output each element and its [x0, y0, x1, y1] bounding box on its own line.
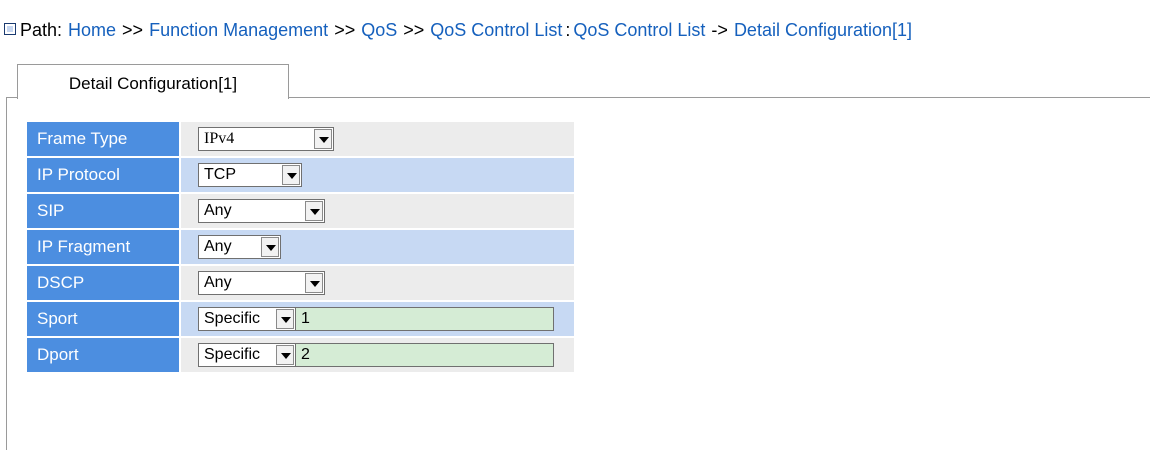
chevron-down-icon	[305, 273, 323, 293]
sport-mode-select[interactable]: Specific	[198, 307, 296, 331]
ip-fragment-value: Any	[204, 238, 232, 255]
form-row-ip-protocol: IP Protocol TCP	[27, 157, 574, 193]
dport-cell: Specific 2	[181, 338, 574, 372]
sport-input[interactable]: 1	[296, 307, 554, 331]
path-label: Path:	[20, 20, 63, 40]
sport-mode-value: Specific	[204, 310, 261, 327]
sport-cell: Specific 1	[181, 302, 574, 336]
form-row-sip: SIP Any	[27, 193, 574, 229]
sport-label: Sport	[27, 302, 179, 336]
dport-label: Dport	[27, 338, 179, 372]
form-row-sport: Sport Specific 1	[27, 301, 574, 337]
breadcrumb-separator: >>	[122, 20, 144, 40]
chevron-down-icon	[276, 309, 294, 329]
dport-mode-value: Specific	[204, 346, 261, 363]
content-border	[6, 98, 7, 450]
dport-input[interactable]: 2	[296, 343, 554, 367]
form-row-dscp: DSCP Any	[27, 265, 574, 301]
ip-fragment-select[interactable]: Any	[198, 235, 281, 259]
breadcrumb-home[interactable]: Home	[68, 20, 116, 40]
form-row-dport: Dport Specific 2	[27, 337, 574, 373]
dscp-value: Any	[204, 274, 232, 291]
chevron-down-icon	[314, 129, 332, 149]
qos-detail-form: Frame Type IPv4 IP Protocol TCP SIP Any …	[27, 121, 574, 373]
ip-fragment-cell: Any	[181, 230, 574, 264]
ip-protocol-cell: TCP	[181, 158, 574, 192]
ip-protocol-select[interactable]: TCP	[198, 163, 302, 187]
frame-type-value: IPv4	[204, 130, 235, 147]
dscp-select[interactable]: Any	[198, 271, 325, 295]
breadcrumb: Path: Home >> Function Management >> QoS >> QoS…	[0, 17, 1150, 43]
breadcrumb-separator: ->	[711, 20, 728, 40]
breadcrumb-function-management[interactable]: Function Management	[149, 20, 328, 40]
breadcrumb-qos-control-list-2[interactable]: QoS Control List	[573, 20, 705, 40]
breadcrumb-qos[interactable]: QoS	[361, 20, 397, 40]
chevron-down-icon	[276, 345, 294, 365]
sip-value: Any	[204, 202, 232, 219]
ip-fragment-label: IP Fragment	[27, 230, 179, 264]
chevron-down-icon	[282, 165, 300, 185]
frame-type-select[interactable]: IPv4	[198, 127, 334, 151]
breadcrumb-detail-configuration[interactable]: Detail Configuration[1]	[734, 20, 912, 40]
frame-type-cell: IPv4	[181, 122, 574, 156]
form-row-ip-fragment: IP Fragment Any	[27, 229, 574, 265]
chevron-down-icon	[305, 201, 323, 221]
breadcrumb-qos-control-list[interactable]: QoS Control List	[430, 20, 562, 40]
dscp-label: DSCP	[27, 266, 179, 300]
frame-type-label: Frame Type	[27, 122, 179, 156]
sip-cell: Any	[181, 194, 574, 228]
dport-mode-select[interactable]: Specific	[198, 343, 296, 367]
tab-detail-configuration[interactable]: Detail Configuration[1]	[17, 64, 289, 99]
ip-protocol-label: IP Protocol	[27, 158, 179, 192]
breadcrumb-separator: >>	[334, 20, 356, 40]
form-row-frame-type: Frame Type IPv4	[27, 121, 574, 157]
ip-protocol-value: TCP	[204, 166, 236, 183]
breadcrumb-separator: >>	[403, 20, 425, 40]
breadcrumb-separator: :	[565, 20, 571, 40]
dscp-cell: Any	[181, 266, 574, 300]
square-marker-icon	[4, 23, 16, 36]
sip-select[interactable]: Any	[198, 199, 325, 223]
sip-label: SIP	[27, 194, 179, 228]
chevron-down-icon	[261, 237, 279, 257]
